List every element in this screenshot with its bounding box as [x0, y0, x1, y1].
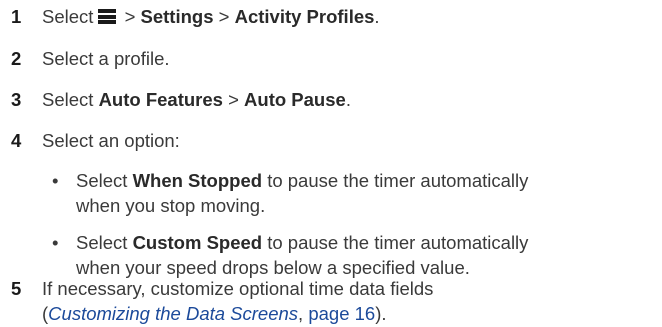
menu-icon [98, 9, 117, 24]
step-text: Select > Settings > Activity Profiles. [42, 6, 380, 27]
step-number: 4 [11, 130, 22, 151]
step-text: If necessary, customize optional time da… [42, 278, 434, 299]
option-text: Select Custom Speed to pause the timer a… [76, 232, 529, 253]
option-text: Select When Stopped to pause the timer a… [76, 170, 529, 191]
bullet: • [52, 170, 59, 191]
step-text: Select an option: [42, 130, 180, 151]
step-number: 2 [11, 48, 22, 69]
step-number: 3 [11, 89, 22, 110]
bullet: • [52, 232, 59, 253]
step-number: 1 [11, 6, 22, 27]
page-reference-link[interactable]: page 16 [308, 303, 375, 324]
option-text-continued: when you stop moving. [76, 195, 266, 216]
step-text: Select a profile. [42, 48, 170, 69]
step-text: Select Auto Features > Auto Pause. [42, 89, 351, 110]
step-number: 5 [11, 278, 22, 299]
step-5-continued: (Customizing the Data Screens, page 16). [42, 303, 387, 324]
cross-reference-link[interactable]: Customizing the Data Screens [48, 303, 298, 324]
